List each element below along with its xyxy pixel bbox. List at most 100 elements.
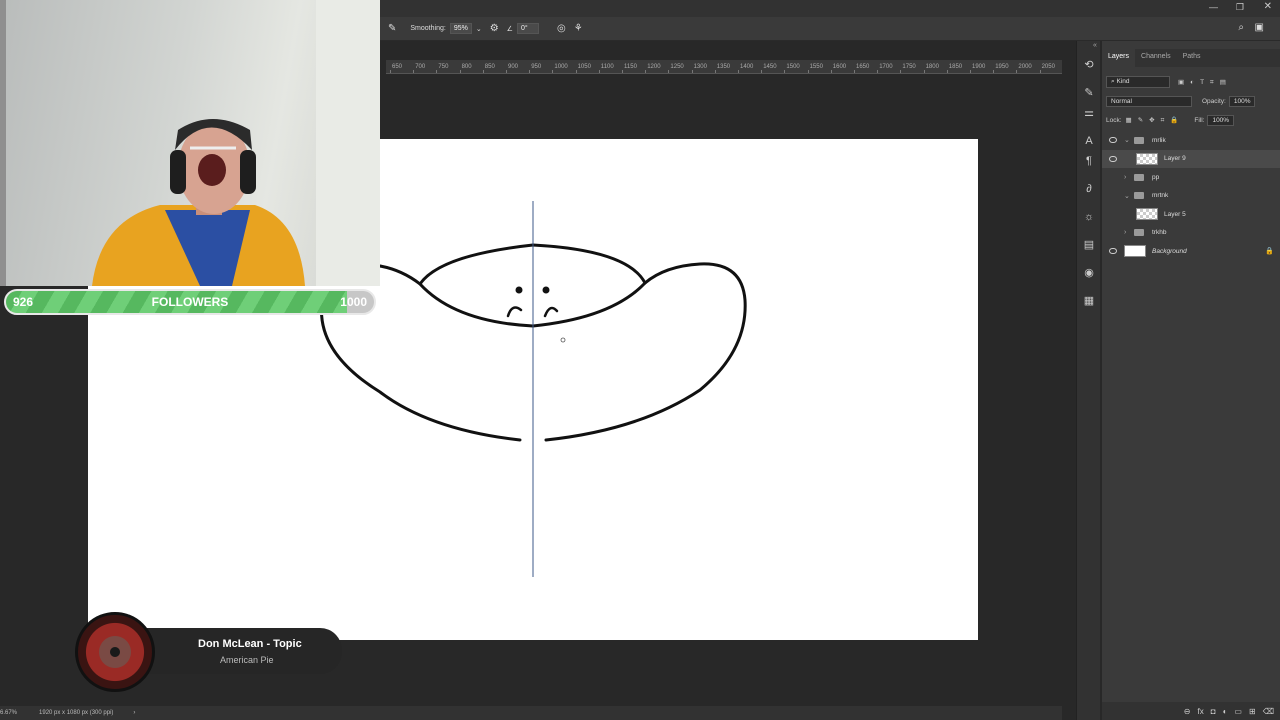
ruler-tick-label: 900 (508, 64, 519, 70)
adjustment-layer-icon[interactable]: ◐ (1223, 707, 1228, 716)
workspace-icon[interactable]: ▣ (1255, 22, 1264, 33)
layers-panel: Layers Channels Paths ⌕ Kind ▣◐T⌗▤ Norma… (1102, 41, 1280, 720)
ruler-tick-label: 1500 (786, 64, 800, 70)
ruler-tick-label: 1750 (902, 64, 916, 70)
tab-channels[interactable]: Channels (1135, 49, 1177, 67)
search-icon[interactable]: ⌕ (1238, 22, 1244, 33)
layer-row[interactable]: › pp (1102, 168, 1280, 186)
layer-name: Background (1152, 247, 1187, 255)
blend-row: Normal Opacity: 100% (1106, 94, 1256, 108)
minimize-icon[interactable]: — (1209, 2, 1218, 12)
layer-thumbnail (1136, 208, 1158, 220)
ruler-tick-label: 1550 (809, 64, 823, 70)
ruler-tick-label: 1300 (693, 64, 707, 70)
layer-name: Layer 9 (1164, 155, 1186, 162)
layer-row[interactable]: › trkhb (1102, 224, 1280, 242)
libraries-icon[interactable]: ▤ (1081, 238, 1097, 252)
layer-thumbnail (1136, 152, 1158, 165)
visibility-eye-icon[interactable] (1109, 248, 1117, 254)
mask-icon[interactable]: ◘ (1211, 707, 1216, 716)
ruler-tick-label: 850 (484, 64, 495, 70)
follower-goal: 1000 (340, 295, 367, 309)
layer-name: Layer 5 (1164, 210, 1186, 218)
gear-icon[interactable]: ⚙ (490, 23, 499, 34)
new-layer-icon[interactable]: ⊞ (1249, 707, 1256, 716)
music-track: American Pie (220, 655, 274, 665)
chevron-right-icon[interactable]: › (133, 710, 135, 716)
visibility-eye-icon[interactable] (1109, 155, 1117, 162)
status-bar: 6.67% 1920 px x 1080 px (300 ppi) › (0, 706, 1062, 720)
layer-row[interactable]: Layer 9 (1102, 149, 1280, 168)
ruler-tick-label: 1950 (995, 64, 1009, 70)
brush-panel-icon[interactable]: ✎ (1081, 86, 1097, 100)
collapse-icon[interactable]: « (1093, 42, 1097, 49)
chevron-down-icon[interactable]: ⌄ (476, 25, 482, 33)
ruler-tick-label: 1100 (600, 64, 614, 70)
chevron-down-icon[interactable]: ⌄ (1124, 136, 1130, 144)
angle-field[interactable]: 0° (516, 23, 539, 34)
tab-layers[interactable]: Layers (1102, 49, 1136, 67)
layer-row[interactable]: Background 🔒 (1102, 242, 1280, 260)
folder-icon (1134, 173, 1144, 181)
music-artist: Don McLean - Topic (198, 638, 302, 650)
follower-label: FOLLOWERS (151, 295, 229, 309)
ruler-tick-label: 2000 (1018, 64, 1032, 70)
symmetry-icon[interactable]: ⚘ (574, 23, 583, 34)
properties-icon[interactable]: ▦ (1081, 294, 1097, 308)
chevron-down-icon[interactable]: ⌄ (1124, 192, 1130, 200)
ruler-tick-label: 800 (461, 64, 472, 70)
panel-icon-strip: « ⟲ ✎ ⚌ A ¶ ∂ ☼ ▤ ◉ ▦ (1076, 41, 1100, 720)
zoom-level[interactable]: 6.67% (0, 710, 17, 716)
new-group-icon[interactable]: ▭ (1234, 707, 1242, 716)
folder-icon (1134, 136, 1144, 144)
layer-filter-row: ⌕ Kind ▣◐T⌗▤ (1106, 75, 1232, 89)
filter-kind-select[interactable]: ⌕ Kind (1106, 76, 1170, 88)
layer-row[interactable]: Layer 5 (1102, 205, 1280, 223)
blend-mode-select[interactable]: Normal (1106, 95, 1192, 107)
horizontal-ruler: 650 700 750 800 850 900 950 1000 1050 1100 1150 120… (386, 60, 1062, 74)
history-icon[interactable]: ⟲ (1081, 58, 1097, 72)
layer-thumbnail (1124, 245, 1146, 257)
link-icon[interactable]: ⊖ (1184, 707, 1191, 716)
glyphs-icon[interactable]: ∂ (1081, 182, 1097, 196)
brush-settings-icon[interactable]: ✎ (388, 23, 396, 34)
lock-icons[interactable]: ▦✎✥⌗🔒 (1126, 116, 1185, 125)
layer-name: mrtnk (1152, 192, 1169, 199)
tab-paths[interactable]: Paths (1177, 49, 1207, 67)
chevron-right-icon[interactable]: › (1124, 229, 1126, 236)
ruler-tick-label: 1800 (925, 64, 939, 70)
pressure-icon[interactable]: ◎ (557, 23, 566, 34)
restore-icon[interactable]: ❐ (1236, 2, 1244, 13)
ruler-tick-label: 950 (531, 64, 542, 70)
paragraph-icon[interactable]: ¶ (1081, 154, 1097, 168)
ruler-tick-label: 1900 (972, 64, 986, 70)
layer-name: pp (1152, 173, 1160, 181)
ruler-tick-label: 700 (415, 64, 426, 70)
lock-row: Lock: ▦✎✥⌗🔒 Fill: 100% (1106, 113, 1235, 127)
visibility-eye-icon[interactable] (1109, 137, 1117, 143)
fill-label: Fill: (1194, 116, 1205, 124)
lock-icon[interactable]: 🔒 (1265, 247, 1274, 255)
trash-icon[interactable]: ⌫ (1263, 707, 1274, 716)
fx-icon[interactable]: fx (1198, 707, 1204, 716)
close-icon[interactable]: ✕ (1264, 1, 1272, 12)
layer-row[interactable]: ⌄ mrtnk (1102, 187, 1280, 205)
swatches-icon[interactable]: ◉ (1081, 266, 1097, 280)
document-info: 1920 px x 1080 px (300 ppi) (39, 710, 114, 716)
fill-field[interactable]: 100% (1207, 114, 1235, 126)
panel-tabs: Layers Channels Paths (1102, 49, 1280, 67)
opacity-label: Opacity: (1202, 97, 1226, 105)
opacity-field[interactable]: 100% (1228, 95, 1256, 107)
ruler-tick-label: 1150 (624, 64, 637, 70)
ruler-tick-label: 1600 (832, 64, 847, 70)
lock-label: Lock: (1106, 116, 1122, 124)
filter-icons[interactable]: ▣◐T⌗▤ (1178, 78, 1232, 87)
smoothing-field[interactable]: 95% (449, 23, 472, 34)
follower-goal-bar: 926 FOLLOWERS 1000 (4, 289, 376, 315)
character-icon[interactable]: A (1081, 134, 1097, 148)
lightbulb-icon[interactable]: ☼ (1081, 210, 1097, 224)
layer-row[interactable]: ⌄ mrlik (1102, 131, 1280, 149)
chevron-right-icon[interactable]: › (1124, 174, 1126, 181)
ruler-tick-label: 750 (438, 64, 449, 70)
adjustments-icon[interactable]: ⚌ (1081, 106, 1097, 120)
